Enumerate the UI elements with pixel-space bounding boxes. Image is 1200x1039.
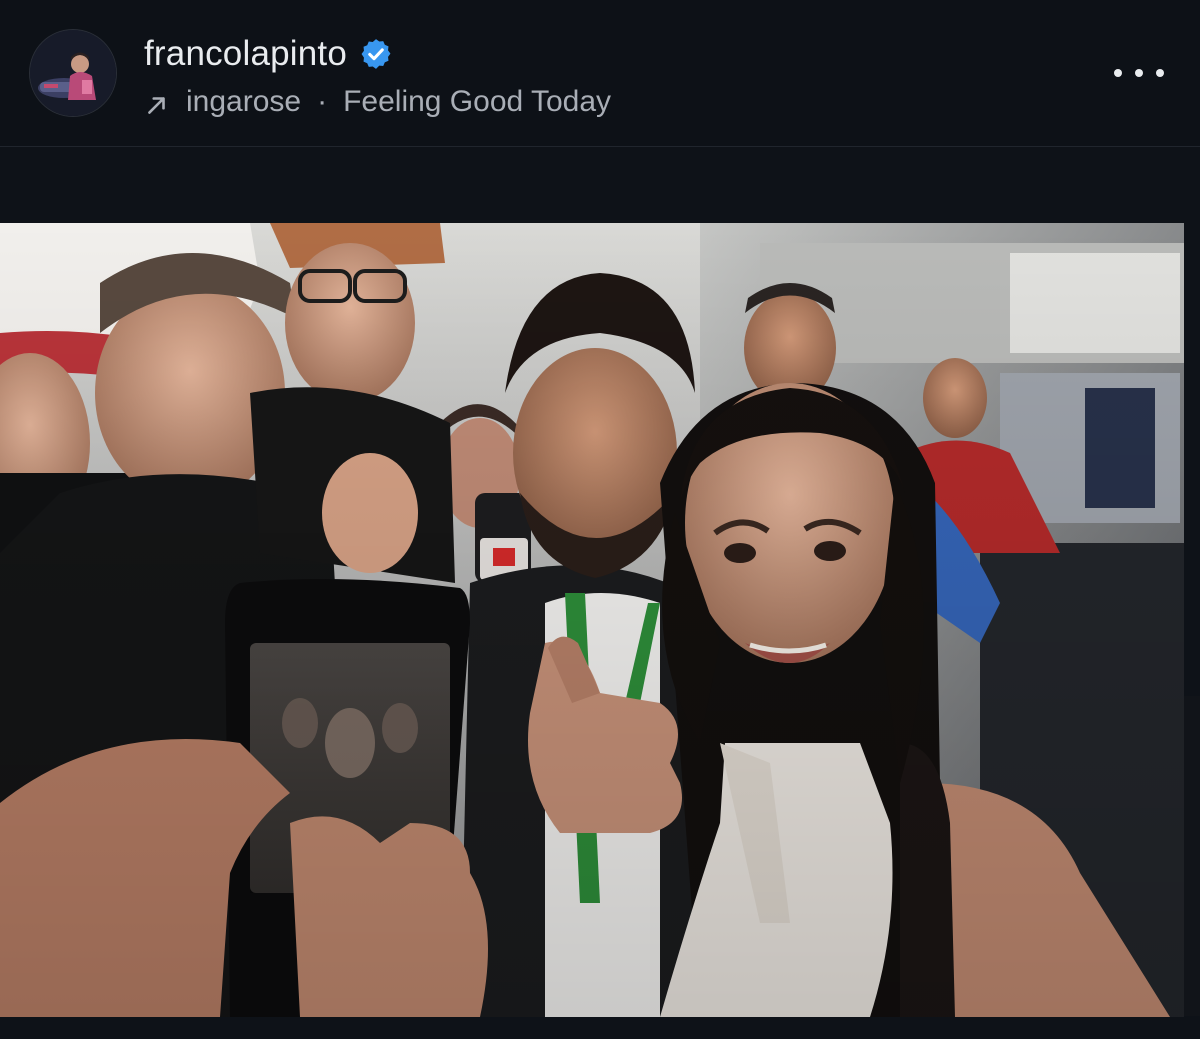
post-view: francolapinto ingarose · Feeling Good To…	[0, 0, 1200, 1039]
more-options-button[interactable]	[1114, 60, 1164, 86]
arrow-up-right-icon	[144, 89, 170, 115]
separator: ·	[317, 85, 328, 118]
repost-line[interactable]: ingarose · Feeling Good Today	[144, 82, 611, 122]
verified-badge-icon	[359, 37, 393, 71]
post-photo[interactable]	[0, 223, 1184, 1017]
username[interactable]: francolapinto	[144, 34, 347, 74]
more-options-icon	[1135, 69, 1143, 77]
more-options-icon	[1114, 69, 1122, 77]
audio-title[interactable]: Feeling Good Today	[343, 82, 611, 122]
username-row: francolapinto	[144, 34, 393, 74]
avatar-image	[30, 30, 116, 116]
post-header: francolapinto ingarose · Feeling Good To…	[0, 0, 1200, 147]
repost-username[interactable]: ingarose	[186, 82, 301, 122]
profile-avatar[interactable]	[30, 30, 116, 116]
media-container	[0, 147, 1200, 1039]
photo-illustration	[0, 223, 1184, 1017]
more-options-icon	[1156, 69, 1164, 77]
scroll-edge	[1184, 696, 1200, 1016]
